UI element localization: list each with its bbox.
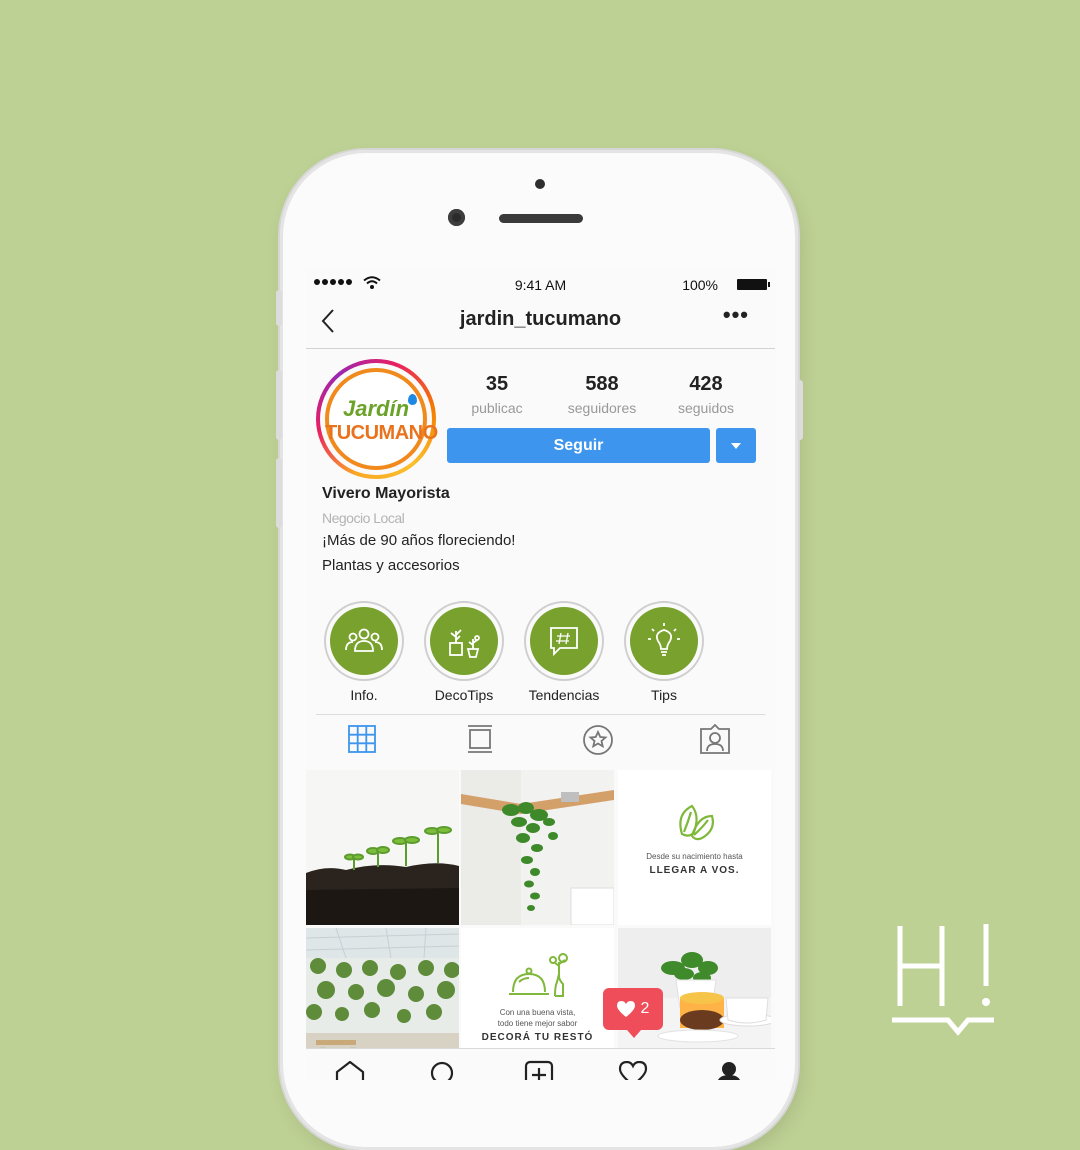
follow-dropdown-button[interactable]	[716, 428, 756, 463]
activity-heart-icon[interactable]	[618, 1061, 648, 1080]
search-icon[interactable]	[430, 1061, 456, 1080]
highlight-label: Tendencias	[528, 687, 600, 703]
highlight-tips[interactable]: Tips	[624, 601, 704, 703]
profile-name: Vivero Mayorista	[322, 485, 450, 502]
grid-icon[interactable]	[347, 724, 377, 754]
avatar: Jardín TUCUMANO	[325, 368, 438, 470]
leaf-icon	[679, 804, 714, 841]
power-button	[797, 380, 803, 440]
avatar-story-ring[interactable]: Jardín TUCUMANO	[316, 359, 438, 479]
people-icon	[345, 628, 383, 652]
front-sensor	[535, 179, 545, 189]
stat-following[interactable]: 428 seguidos	[666, 373, 746, 416]
add-post-icon[interactable]	[524, 1060, 554, 1080]
tagged-icon[interactable]	[699, 724, 731, 754]
home-icon[interactable]	[334, 1061, 366, 1080]
notification-count: 2	[640, 1000, 650, 1017]
brand-logo-mark	[892, 924, 994, 1036]
highlight-tendencias[interactable]: Tendencias	[524, 601, 604, 703]
post-caption: Desde su nacimiento hasta	[646, 852, 743, 861]
highlight-decotips[interactable]: DecoTips	[424, 601, 504, 703]
stat-posts-label: publicac	[471, 400, 523, 416]
profile-icon[interactable]	[716, 1061, 742, 1080]
stat-posts[interactable]: 35 publicac	[457, 373, 537, 416]
saved-icon[interactable]	[582, 724, 614, 756]
profile-header: jardin_tucumano •••	[306, 302, 775, 349]
status-bar: 9:41 AM 100%	[306, 268, 775, 302]
bio-line-2: Plantas y accesorios	[322, 557, 460, 574]
bio-line-1: ¡Más de 90 años floreciendo!	[322, 532, 516, 549]
follow-button[interactable]: Seguir	[447, 428, 710, 463]
battery-icon	[737, 279, 770, 290]
post-caption: todo tiene mejor sabor	[497, 1019, 578, 1028]
mute-switch	[276, 290, 282, 326]
volume-down-button	[276, 458, 282, 528]
plants-icon	[449, 629, 480, 658]
highlight-label: Info.	[350, 687, 378, 703]
tabs-divider-top	[316, 714, 765, 715]
stat-following-value: 428	[689, 373, 723, 395]
stat-followers-value: 588	[585, 373, 619, 395]
post-leaf-message[interactable]: Desde su nacimiento hasta LLEGAR A VOS.	[618, 770, 771, 925]
bottom-navigation	[306, 1048, 775, 1080]
logo-text-bottom: TUCUMANO	[325, 422, 438, 444]
profile-username: jardin_tucumano	[459, 308, 622, 330]
heart-icon	[616, 1001, 635, 1017]
cloche-vase-icon	[509, 953, 568, 997]
highlight-info[interactable]: Info.	[324, 601, 404, 703]
post-caption: Con una buena vista,	[499, 1008, 576, 1017]
front-camera	[448, 209, 465, 226]
post-hanging-plant[interactable]	[461, 770, 614, 925]
highlight-label: DecoTips	[434, 687, 494, 703]
stat-followers-label: seguidores	[567, 400, 637, 416]
stat-posts-value: 35	[485, 373, 509, 395]
feed-icon[interactable]	[466, 724, 494, 754]
hashtag-chat-icon	[550, 627, 578, 657]
stat-following-label: seguidos	[677, 400, 735, 416]
volume-up-button	[276, 370, 282, 440]
highlight-label: Tips	[651, 687, 677, 703]
earpiece-speaker	[499, 214, 583, 223]
water-drop-icon	[408, 394, 417, 405]
screen: 9:41 AM 100% jardin_tucumano ••• Jardín …	[306, 268, 775, 1080]
post-sprouts[interactable]	[306, 770, 459, 925]
profile-category: Negocio Local	[322, 510, 405, 526]
post-caption: DECORÁ TU RESTÓ	[481, 1032, 594, 1043]
stat-followers[interactable]: 588 seguidores	[562, 373, 642, 416]
battery-percent: 100%	[682, 277, 718, 293]
lightbulb-icon	[648, 623, 680, 656]
more-options-icon[interactable]: •••	[723, 302, 749, 328]
post-caption: LLEGAR A VOS.	[649, 865, 740, 876]
likes-notification[interactable]: 2	[603, 988, 663, 1038]
